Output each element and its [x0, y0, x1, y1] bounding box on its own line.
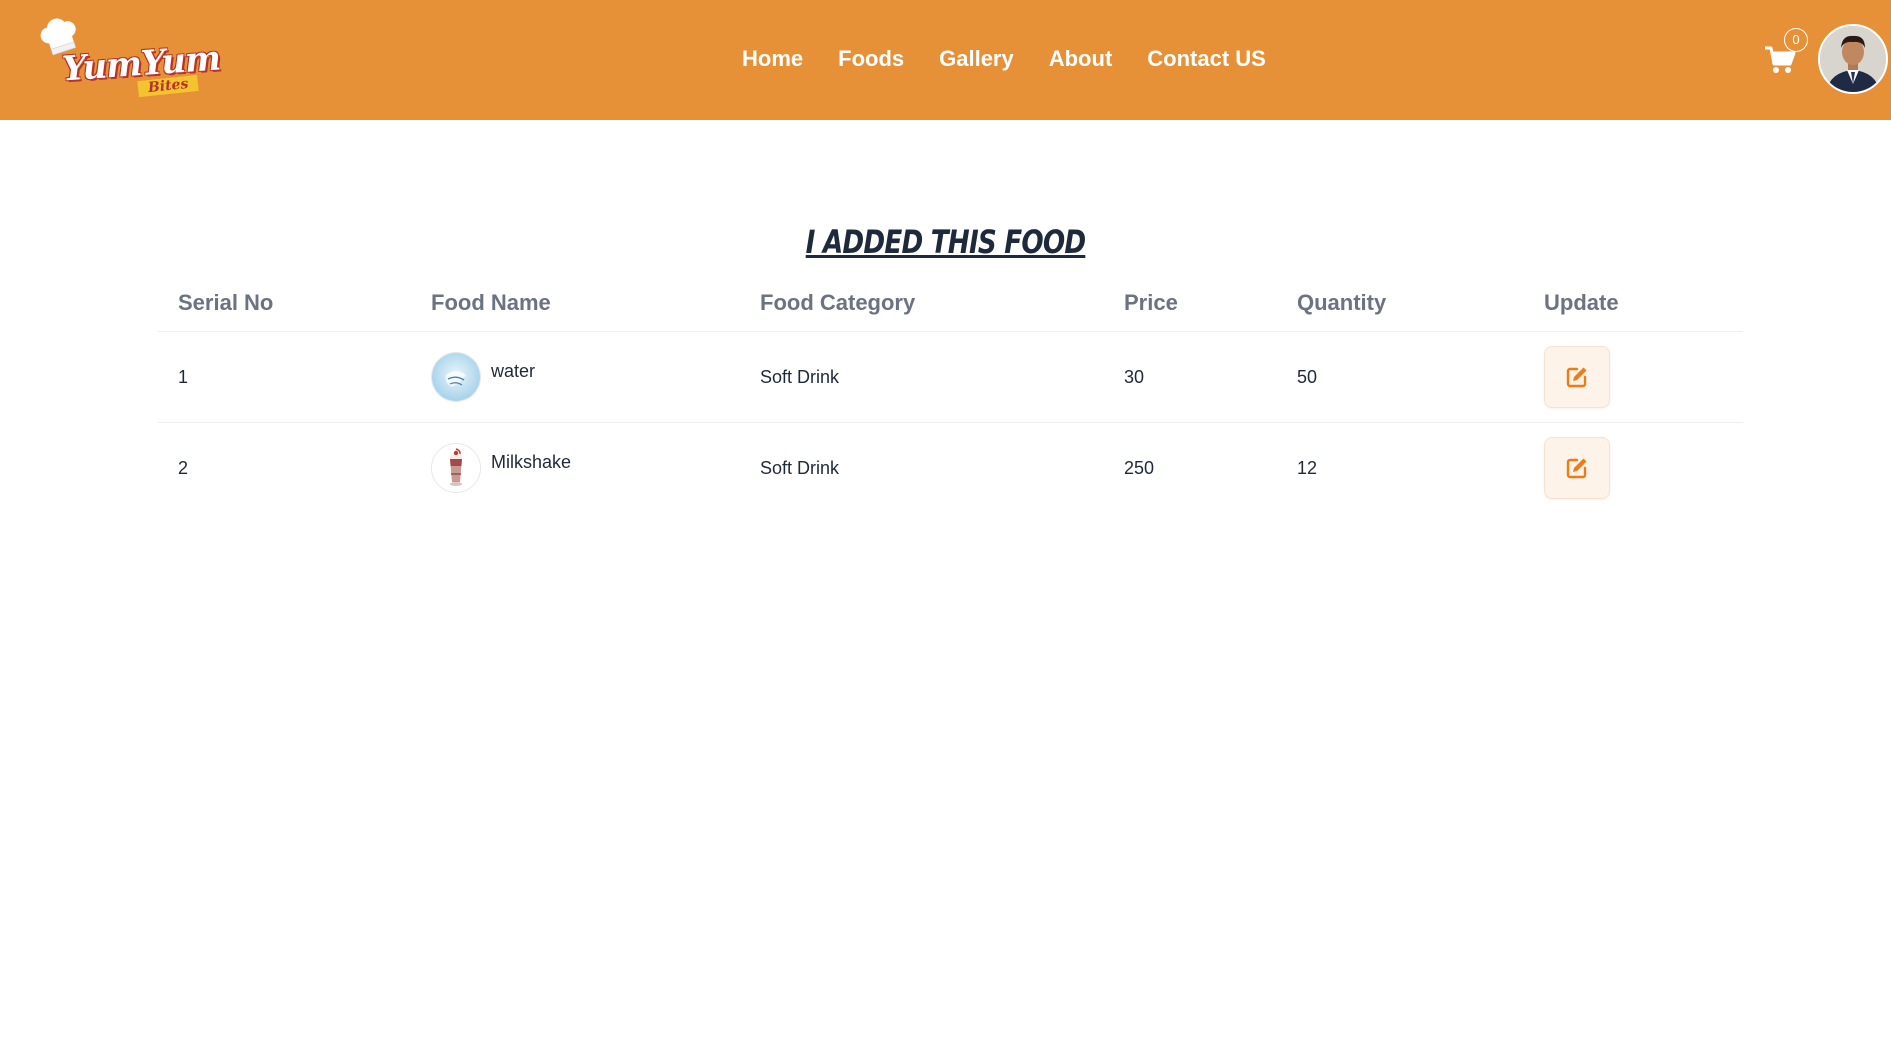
header-food-name: Food Name [411, 275, 740, 332]
header-food-category: Food Category [740, 275, 1104, 332]
table-row: 1 water Soft Drink 30 50 [158, 331, 1743, 423]
nav-contact[interactable]: Contact US [1147, 46, 1266, 72]
update-cell [1524, 423, 1743, 514]
category-cell: Soft Drink [740, 331, 1104, 423]
price-cell: 250 [1124, 457, 1155, 478]
header-serial: Serial No [158, 275, 411, 332]
update-cell [1524, 331, 1743, 423]
edit-icon [1566, 458, 1587, 479]
edit-icon [1566, 367, 1587, 388]
table-header-row: Serial No Food Name Food Category Price … [158, 275, 1743, 332]
user-avatar[interactable] [1818, 24, 1888, 94]
food-name-cell: Milkshake [411, 423, 740, 514]
food-name-cell: water [411, 331, 740, 423]
header-update: Update [1524, 275, 1743, 332]
price-cell: 30 [1104, 331, 1277, 423]
milkshake-image [431, 443, 481, 493]
water-glass-image [431, 352, 481, 402]
nav-home[interactable]: Home [742, 46, 803, 72]
quantity-cell: 12 [1297, 457, 1318, 478]
header-price: Price [1104, 275, 1277, 332]
foods-table-container: Serial No Food Name Food Category Price … [158, 275, 1743, 513]
food-name-label: water [491, 360, 536, 381]
update-button[interactable] [1544, 346, 1610, 408]
brand-logo[interactable]: YumYum Bites [38, 18, 221, 104]
update-button[interactable] [1544, 437, 1610, 499]
quantity-cell: 50 [1277, 331, 1524, 423]
nav-foods[interactable]: Foods [838, 46, 904, 72]
added-foods-table: Serial No Food Name Food Category Price … [158, 275, 1743, 513]
nav-gallery[interactable]: Gallery [939, 46, 1014, 72]
avatar-image [1820, 26, 1886, 92]
page-title: I ADDED THIS FOOD [805, 223, 1086, 262]
serial-cell: 2 [178, 457, 189, 478]
category-cell: Soft Drink [760, 457, 840, 478]
food-name-label: Milkshake [491, 451, 572, 472]
nav-about[interactable]: About [1049, 46, 1113, 72]
header-quantity: Quantity [1277, 275, 1524, 332]
table-row: 2 Milkshake Soft Drink 250 12 [158, 423, 1743, 514]
top-navbar: YumYum Bites Home Foods Gallery About Co… [0, 0, 1891, 120]
serial-cell: 1 [158, 331, 411, 423]
cart-count-badge: 0 [1784, 28, 1808, 52]
main-nav: Home Foods Gallery About Contact US [742, 46, 1266, 72]
